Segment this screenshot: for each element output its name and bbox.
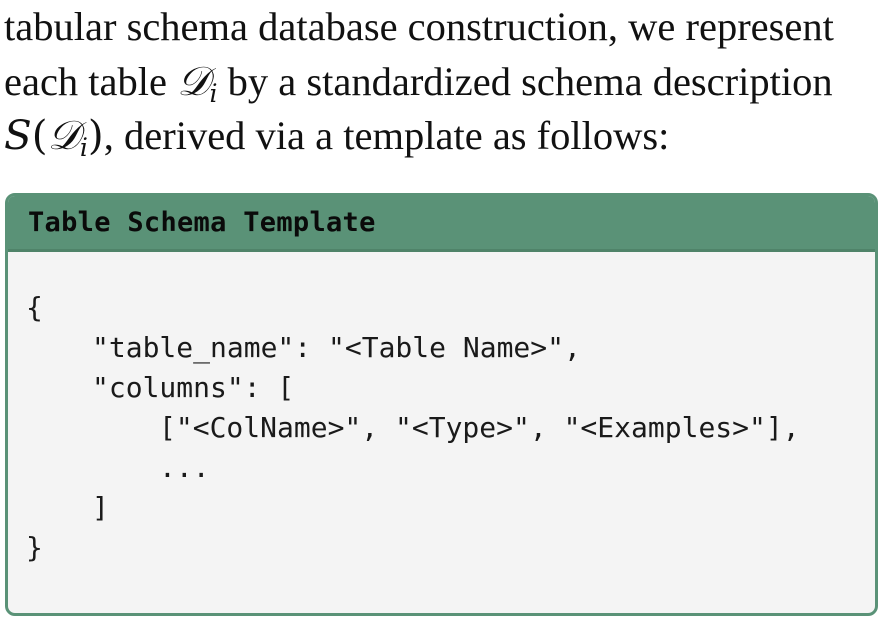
math-calligraphic-d-2: 𝒟 — [47, 111, 80, 159]
template-box-header: Table Schema Template — [8, 196, 875, 252]
paragraph-line-2-before: each table — [4, 59, 178, 104]
template-code-block: { "table_name": "<Table Name>", "columns… — [8, 252, 875, 568]
code-line-close-bracket: ] — [92, 491, 109, 524]
body-paragraph: tabular schema database construction, we… — [4, 0, 878, 162]
code-line-close-brace: } — [26, 531, 43, 564]
math-subscript-i: i — [209, 79, 218, 109]
code-line-ellipsis: ... — [159, 451, 210, 484]
math-open-paren: ( — [31, 111, 48, 159]
template-box-title: Table Schema Template — [28, 207, 376, 238]
code-line-table-name: "table_name": "<Table Name>", — [92, 331, 581, 364]
math-close-paren: ) — [87, 111, 104, 159]
table-schema-template-box: Table Schema Template { "table_name": "<… — [5, 193, 878, 616]
math-function-s: S — [4, 111, 32, 159]
paragraph-line-1: tabular schema database construction, we… — [4, 4, 834, 49]
paragraph-line-2-after: by a standardized schema description — [217, 59, 833, 104]
paragraph-line-3: S(𝒟i), derived via a template as follows… — [4, 108, 878, 162]
math-subscript-i-2: i — [79, 133, 88, 163]
code-line-columns: "columns": [ — [92, 371, 295, 404]
code-line-open-brace: { — [26, 291, 43, 324]
math-table-d-i: 𝒟i — [177, 57, 218, 109]
math-calligraphic-d: 𝒟 — [177, 57, 210, 105]
paragraph-line-2: each table 𝒟i by a standardized schema d… — [4, 54, 878, 108]
code-line-column-entry: ["<ColName>", "<Type>", "<Examples>"], — [159, 411, 800, 444]
paragraph-line-3-after: , derived via a template as follows: — [103, 113, 670, 158]
math-schema-expression: S(𝒟i) — [4, 111, 104, 163]
